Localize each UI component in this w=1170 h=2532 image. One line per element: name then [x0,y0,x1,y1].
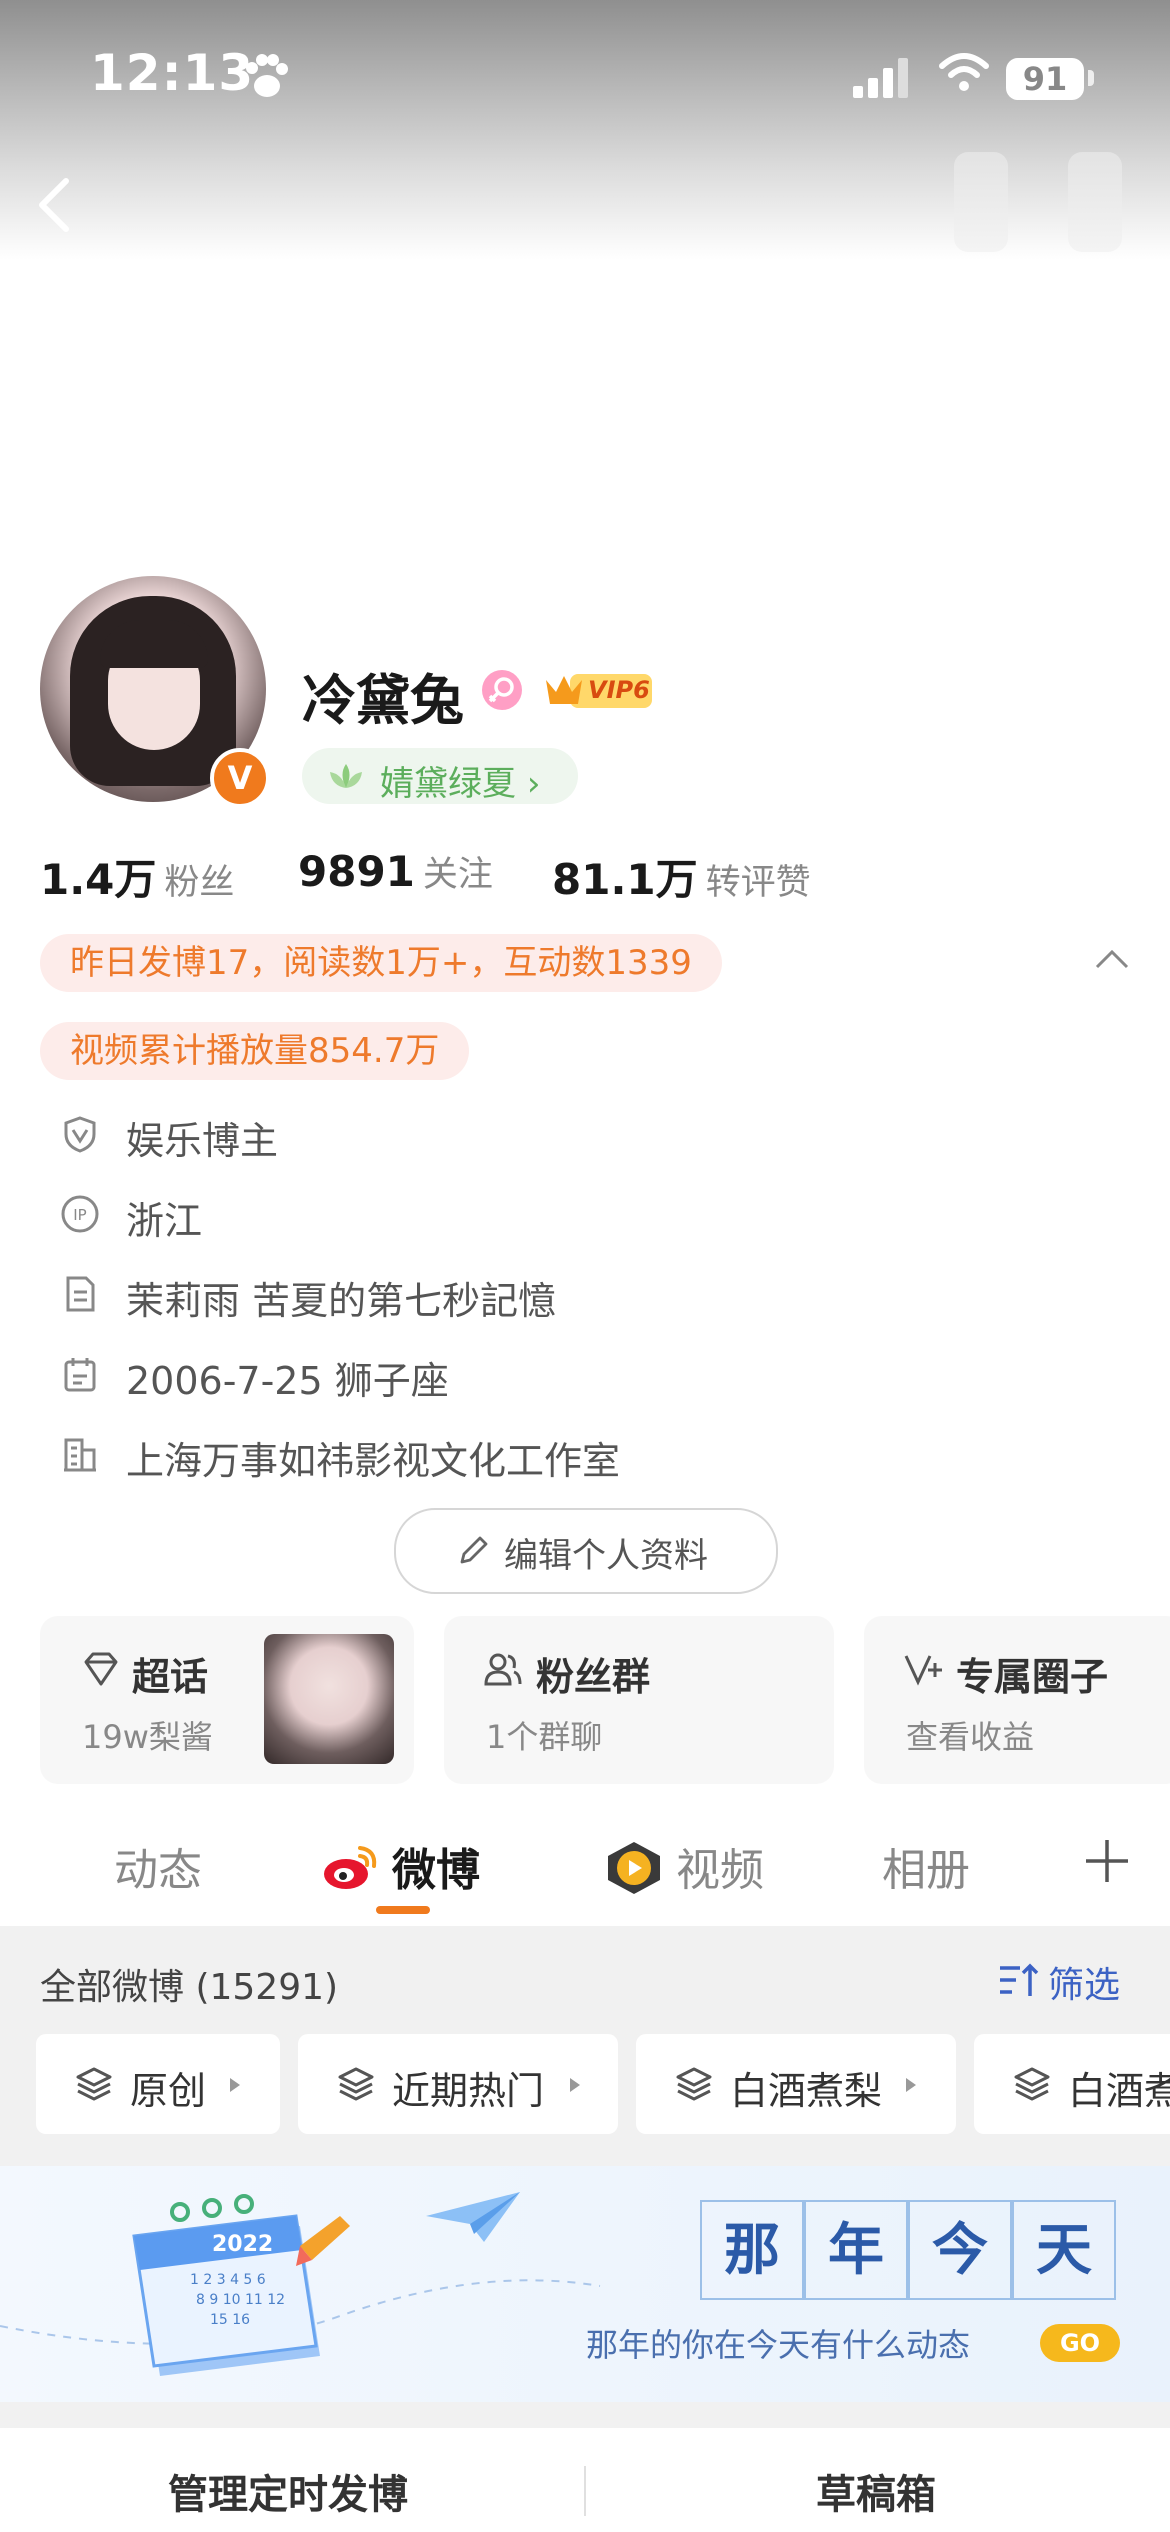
female-gender-icon [482,670,522,710]
calendar-row-2: 8 9 10 11 12 [196,2292,286,2308]
calendar-icon [64,1358,96,1392]
paw-icon [246,54,288,97]
on-this-day-banner[interactable]: 2022 1 2 3 4 5 6 8 9 10 11 12 15 16 那 年 … [0,2166,1170,2402]
collapse-up-icon[interactable] [1094,948,1130,970]
document-icon [66,1276,95,1312]
profile-name: 冷黛兔 [302,669,464,732]
active-tab-indicator [376,1906,430,1914]
v-plus-icon [904,1655,942,1686]
profile-tabs: 动态 微博 视频 相册 [0,1820,1170,1926]
verified-badge-icon: V [210,748,270,808]
banner-subtitle: 那年的你在今天有什么动态 [586,2326,971,2364]
chip-recent-hot[interactable]: 近期热门 [298,2034,618,2134]
calendar-row-1: 1 2 3 4 5 6 [190,2272,266,2288]
layers-icon [338,2067,374,2101]
video-plays-pill[interactable]: 视频累计播放量854.7万 [40,1022,470,1080]
card-fan-group[interactable]: 粉丝群 1个群聊 [444,1616,834,1784]
tab-video[interactable]: 视频 [676,1834,764,1898]
people-icon [484,1653,522,1686]
layers-icon [76,2067,112,2101]
all-weibo-count: 全部微博 (15291) [40,1967,339,2008]
diamond-icon [84,1652,118,1686]
scheduled-post-button[interactable]: 管理定时发博 [168,2462,408,2520]
svg-text:IP: IP [73,1206,86,1224]
tag-label: 婧黛绿夏 › [380,764,541,804]
bottom-divider [584,2466,586,2516]
battery-indicator: 91 [1006,58,1084,100]
chip-topic-2[interactable]: 白酒煮 [974,2034,1170,2134]
signal-icon [853,58,909,98]
vip-level: VIP6 [588,676,650,704]
building-icon [64,1438,96,1472]
card-exclusive-circle[interactable]: 专属圈子 查看收益 [864,1616,1170,1784]
header-action-button[interactable] [954,152,1008,252]
wifi-icon [939,53,989,91]
tag-pill[interactable]: 婧黛绿夏 › [302,748,578,804]
section-divider [0,2402,1170,2428]
tab-album[interactable]: 相册 [882,1834,970,1898]
calendar-year: 2022 [212,2232,274,2257]
weibo-logo-icon [324,1846,377,1889]
chip-topic-1[interactable]: 白酒煮梨 [636,2034,956,2134]
battery-tip [1088,70,1094,86]
back-arrow-icon[interactable] [30,175,80,235]
lotus-icon [330,764,362,788]
calendar-row-3: 15 16 [210,2312,251,2328]
pencil-icon [460,1536,488,1564]
tab-dynamics[interactable]: 动态 [114,1834,202,1898]
stat-likes[interactable]: 81.1万 转评赞 [552,846,811,907]
drafts-button[interactable]: 草稿箱 [816,2462,936,2520]
layers-icon [1014,2067,1050,2101]
ip-icon: IP [61,1195,99,1233]
supertopic-thumbnail[interactable] [264,1634,394,1764]
add-tab-icon[interactable] [1082,1836,1132,1886]
daily-stats-pill[interactable]: 昨日发博17，阅读数1万+，互动数1339 [40,934,722,992]
chip-original[interactable]: 原创 [36,2034,280,2134]
filter-button[interactable]: 筛选 [998,1956,1128,2006]
layers-icon [676,2067,712,2101]
stat-fans[interactable]: 1.4万 粉丝 [40,846,234,907]
edit-profile-button[interactable]: 编辑个人资料 [394,1508,778,1594]
banner-title-grid: 那 年 今 天 [700,2200,1116,2300]
tab-weibo[interactable]: 微博 [392,1834,480,1898]
shield-v-icon [64,1116,96,1153]
stat-following[interactable]: 9891 关注 [298,846,493,897]
video-play-icon [608,1842,660,1894]
status-time: 12:13 [90,44,255,102]
go-button[interactable]: GO [1040,2324,1120,2362]
filter-sort-icon [1000,1963,1039,1996]
header-more-button[interactable] [1068,152,1122,252]
paper-plane-icon [426,2192,520,2242]
